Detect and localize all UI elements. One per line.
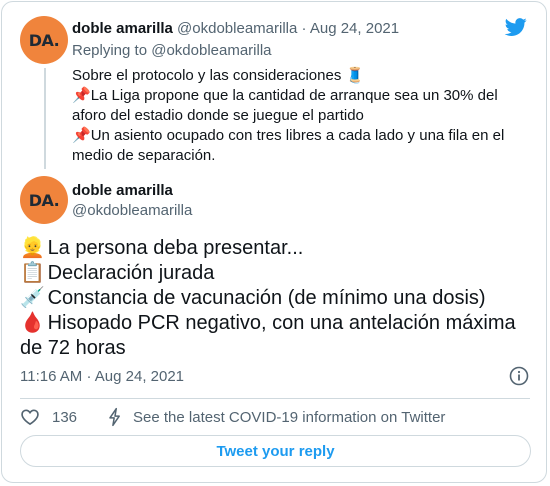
covid-info-link[interactable]: See the latest COVID-19 information on T… <box>133 409 445 426</box>
separator-dot: · <box>301 20 307 37</box>
person-emoji-icon: 👱 <box>20 237 45 259</box>
tweet-actions: 136 See the latest COVID-19 information … <box>20 406 445 428</box>
parent-line-3: 📌Un asiento ocupado con tres libres a ca… <box>72 126 534 166</box>
author-name[interactable]: doble amarilla <box>72 182 173 199</box>
divider <box>20 398 530 399</box>
author-handle[interactable]: @okdobleamarilla <box>72 202 192 219</box>
tweet-date[interactable]: Aug 24, 2021 <box>310 20 399 37</box>
covid-bolt-icon <box>109 407 120 427</box>
info-icon[interactable] <box>509 366 529 386</box>
blood-drop-emoji-icon: 🩸 <box>20 312 45 334</box>
avatar[interactable]: DA. <box>20 16 68 64</box>
author-handle[interactable]: @okdobleamarilla <box>177 20 297 37</box>
like-count[interactable]: 136 <box>52 409 77 426</box>
parent-tweet-header: doble amarilla @okdobleamarilla · Aug 24… <box>72 20 399 38</box>
main-line-1: 👱 La persona deba presentar... <box>20 236 540 261</box>
main-line-text: Declaración jurada <box>47 262 215 284</box>
main-line-text: Hisopado PCR negativo, con una antelació… <box>20 312 516 359</box>
pushpin-emoji-icon: 📌 <box>72 87 91 104</box>
main-line-text: Constancia de vacunación (de mínimo una … <box>47 287 486 309</box>
heart-icon[interactable] <box>20 407 40 427</box>
tweet-your-reply-button[interactable]: Tweet your reply <box>20 435 531 467</box>
parent-line-1: Sobre el protocolo y las consideraciones… <box>72 66 534 86</box>
replying-prefix: Replying to <box>72 42 148 59</box>
tweet-embed-card: DA. doble amarilla @okdobleamarilla · Au… <box>1 1 547 483</box>
main-tweet-text: 👱 La persona deba presentar... 📋 Declara… <box>20 236 540 361</box>
avatar[interactable]: DA. <box>20 176 68 224</box>
pushpin-emoji-icon: 📌 <box>72 127 91 144</box>
avatar-text: DA. <box>28 190 60 210</box>
main-line-3: 💉 Constancia de vacunación (de mínimo un… <box>20 286 540 311</box>
main-line-2: 📋 Declaración jurada <box>20 261 540 286</box>
replying-to-handle[interactable]: @okdobleamarilla <box>151 42 271 59</box>
author-name[interactable]: doble amarilla <box>72 20 173 37</box>
twitter-bird-icon[interactable] <box>504 16 528 38</box>
syringe-emoji-icon: 💉 <box>20 287 45 309</box>
parent-line-text: Un asiento ocupado con tres libres a cad… <box>72 127 505 164</box>
thread-line <box>44 68 46 169</box>
parent-line-2: 📌La Liga propone que la cantidad de arra… <box>72 86 534 126</box>
main-line-4: 🩸 Hisopado PCR negativo, con una antelac… <box>20 311 540 361</box>
tweet-time: 11:16 AM <box>20 368 83 385</box>
parent-line-text: Sobre el protocolo y las consideraciones <box>72 67 342 84</box>
clipboard-emoji-icon: 📋 <box>20 262 45 284</box>
avatar-text: DA. <box>28 30 60 50</box>
replying-to: Replying to @okdobleamarilla <box>72 42 272 59</box>
parent-line-text: La Liga propone que la cantidad de arran… <box>72 87 498 124</box>
separator-dot: · <box>86 368 92 385</box>
tweet-timestamp[interactable]: 11:16 AM · Aug 24, 2021 <box>20 368 184 385</box>
parent-tweet-text: Sobre el protocolo y las consideraciones… <box>72 66 534 166</box>
tweet-date: Aug 24, 2021 <box>94 368 185 385</box>
main-line-text: La persona deba presentar... <box>47 237 304 259</box>
thread-emoji-icon: 🧵 <box>345 67 365 84</box>
